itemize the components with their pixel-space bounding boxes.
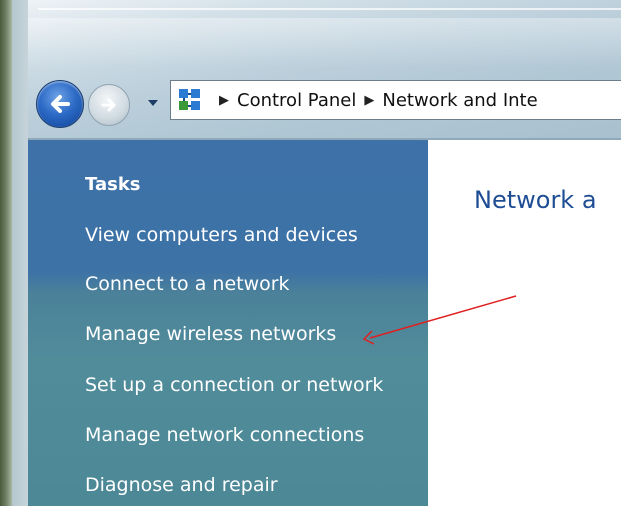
task-connect-to-network[interactable]: Connect to a network xyxy=(85,273,290,295)
back-button[interactable] xyxy=(36,80,84,128)
back-arrow-icon xyxy=(51,95,70,113)
task-diagnose-repair[interactable]: Diagnose and repair xyxy=(85,474,278,496)
forward-arrow-icon xyxy=(101,98,116,112)
window-border xyxy=(12,0,29,506)
breadcrumb-separator[interactable]: ▶ xyxy=(219,93,229,108)
breadcrumb-network[interactable]: Network and Inte xyxy=(382,90,537,111)
task-view-computers[interactable]: View computers and devices xyxy=(85,224,358,246)
chevron-down-icon xyxy=(148,100,158,106)
task-manage-wireless[interactable]: Manage wireless networks xyxy=(85,323,336,345)
task-setup-connection[interactable]: Set up a connection or network xyxy=(85,374,383,396)
task-manage-connections[interactable]: Manage network connections xyxy=(85,424,364,446)
control-panel-icon xyxy=(179,89,200,110)
recent-pages-button[interactable] xyxy=(146,96,160,110)
page-title: Network a xyxy=(474,186,597,214)
desktop-edge xyxy=(0,0,12,506)
forward-button[interactable] xyxy=(88,84,130,126)
breadcrumb-separator[interactable]: ▶ xyxy=(364,93,374,108)
tasks-heading: Tasks xyxy=(85,174,141,195)
breadcrumb-control-panel[interactable]: Control Panel xyxy=(237,90,356,111)
address-bar[interactable]: ▶ Control Panel ▶ Network and Inte xyxy=(170,80,621,120)
